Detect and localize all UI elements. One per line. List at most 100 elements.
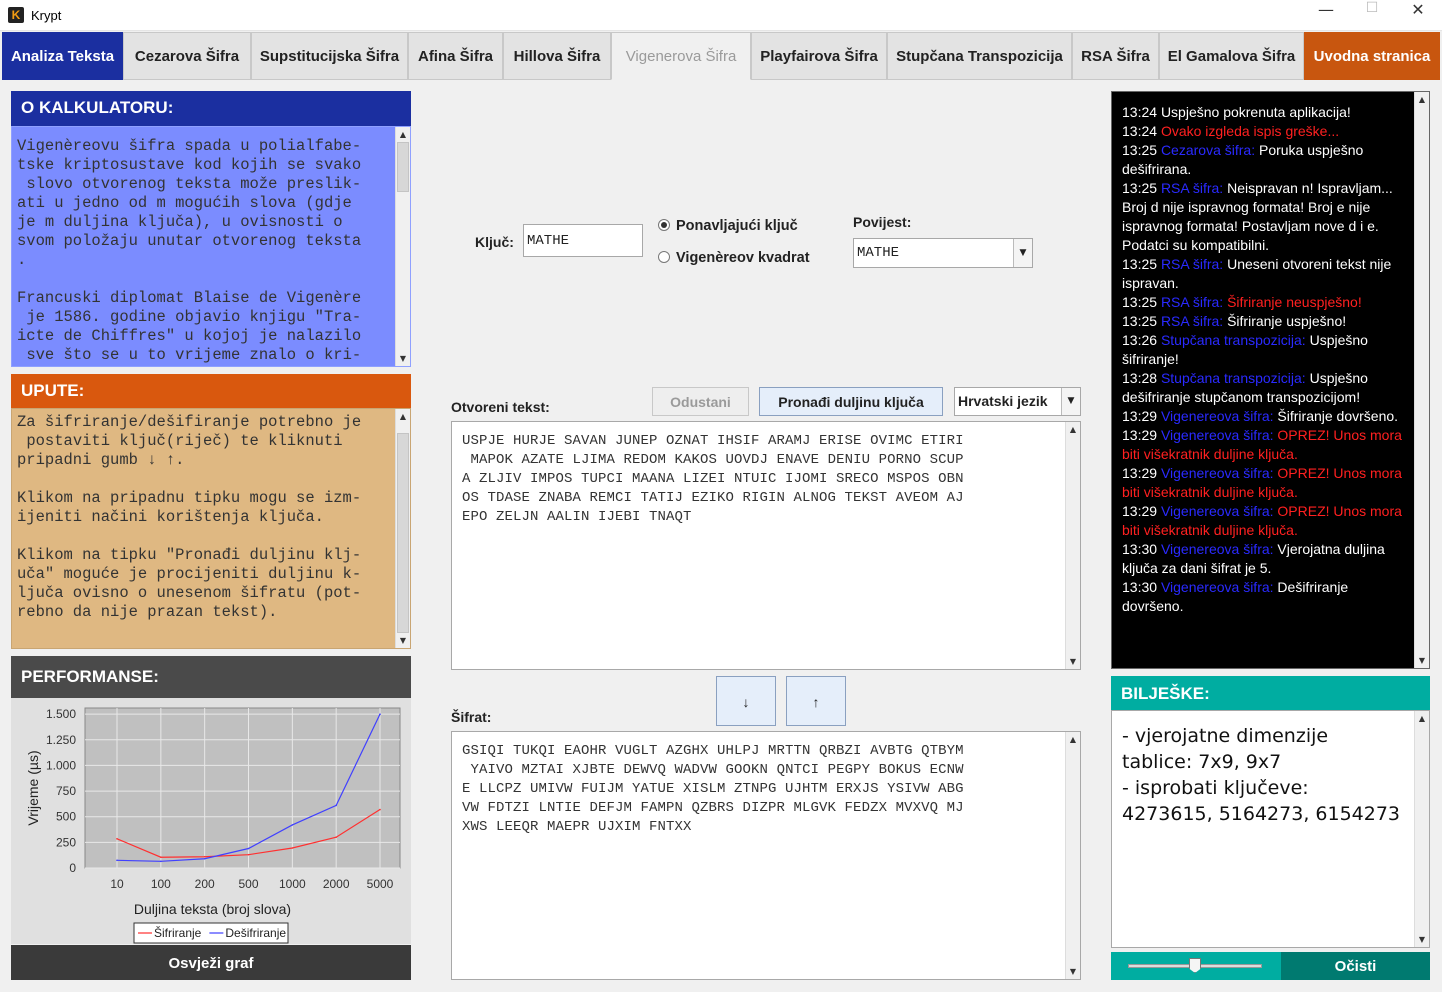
clear-notes-button[interactable]: Očisti xyxy=(1281,952,1430,980)
title-bar: K Krypt — ☐ ✕ xyxy=(0,0,1442,31)
close-button[interactable]: ✕ xyxy=(1395,0,1441,31)
tab-el-gamalova-sifra[interactable]: El Gamalova Šifra xyxy=(1159,32,1304,80)
log-entry-segment: 13:28 xyxy=(1122,370,1161,386)
log-entry-segment: Vigenereova šifra: xyxy=(1160,579,1278,595)
tab-analiza-teksta[interactable]: Analiza Teksta xyxy=(2,32,123,80)
tab-rsa-sifra[interactable]: RSA Šifra xyxy=(1072,32,1159,80)
x-axis-label: Duljina teksta (broj slova) xyxy=(134,901,291,917)
app-logo-icon: K xyxy=(8,7,24,23)
y-tick-label: 0 xyxy=(69,861,76,875)
cancel-button[interactable]: Odustani xyxy=(652,387,749,416)
event-log-lines: 13:24 Uspješno pokrenuta aplikacija! 13:2… xyxy=(1122,103,1407,616)
log-entry-segment: Stupčana transpozicija: xyxy=(1160,370,1310,386)
about-scrollbar[interactable]: ▲ ▼ xyxy=(395,127,410,366)
chevron-down-icon[interactable]: ▼ xyxy=(1013,239,1032,267)
log-entry-segment: 13:29 xyxy=(1122,503,1161,519)
ciphertext-label: Šifrat: xyxy=(451,709,492,725)
log-entry: 13:25 Cezarova šifra: Poruka uspješno de… xyxy=(1122,141,1407,179)
scroll-up-icon[interactable]: ▲ xyxy=(1066,422,1080,437)
find-key-length-button[interactable]: Pronađi duljinu ključa xyxy=(759,387,943,416)
language-select[interactable]: Hrvatski jezik ▼ xyxy=(954,387,1081,416)
scroll-up-icon[interactable]: ▲ xyxy=(1415,711,1429,726)
scroll-up-icon[interactable]: ▲ xyxy=(1066,732,1080,747)
log-entry-segment: RSA šifra: xyxy=(1160,180,1228,196)
tab-cezarova-sifra[interactable]: Cezarova Šifra xyxy=(123,32,251,80)
history-select[interactable]: MATHE ▼ xyxy=(853,238,1033,268)
series-point xyxy=(335,836,337,839)
font-size-slider[interactable] xyxy=(1111,952,1281,980)
y-axis-label: Vrijeme (µs) xyxy=(25,750,41,825)
tab-playfairova-sifra[interactable]: Playfairova Šifra xyxy=(751,32,887,80)
notes-heading: BILJEŠKE: xyxy=(1111,676,1430,710)
legend-label: Dešifriranje xyxy=(225,926,286,940)
tab-afina-sifra[interactable]: Afina Šifra xyxy=(408,32,503,80)
tab-supstitucijska-sifra[interactable]: Supstitucijska Šifra xyxy=(251,32,408,80)
history-selected-value: MATHE xyxy=(857,245,900,261)
instructions-scrollbar[interactable]: ▲ ▼ xyxy=(395,409,410,648)
notes-panel[interactable]: - vjerojatne dimenzije tablice: 7x9, 9x7… xyxy=(1111,710,1430,948)
encrypt-down-button[interactable]: ↓ xyxy=(716,676,776,726)
log-entry: 13:29 Vigenereova šifra: OPREZ! Unos mor… xyxy=(1122,464,1407,502)
tab-hillova-sifra[interactable]: Hillova Šifra xyxy=(503,32,611,80)
log-scrollbar[interactable]: ▲ ▼ xyxy=(1414,92,1429,668)
radio-repeating-key[interactable]: Ponavljajući ključ xyxy=(658,218,798,234)
log-entry-segment: Cezarova šifra: xyxy=(1160,142,1259,158)
scroll-up-icon[interactable]: ▲ xyxy=(1415,92,1429,107)
radio-unchecked-icon[interactable] xyxy=(658,251,670,263)
scroll-up-icon[interactable]: ▲ xyxy=(396,409,410,424)
notes-text[interactable]: - vjerojatne dimenzije tablice: 7x9, 9x7… xyxy=(1122,723,1402,827)
log-entry-segment: Šifriranje uspješno! xyxy=(1227,313,1347,329)
series-point xyxy=(247,853,250,856)
ciphertext-content[interactable]: GSIQI TUKQI EAOHR VUGLT AZGHX UHLPJ MRTT… xyxy=(462,742,1056,837)
log-entry-segment: Šifriranje dovršeno. xyxy=(1277,408,1399,424)
slider-knob[interactable] xyxy=(1189,958,1201,973)
radio-vigenere-square[interactable]: Vigenèreov kvadrat xyxy=(658,250,810,266)
log-entry: 13:30 Vigenereova šifra: Vjerojatna dulj… xyxy=(1122,540,1407,578)
tab-stupcana-transpozicija[interactable]: Stupčana Transpozicija xyxy=(887,32,1072,80)
log-entry-segment: RSA šifra: xyxy=(1160,294,1228,310)
tab-uvodna-stranica[interactable]: Uvodna stranica xyxy=(1304,32,1440,80)
series-point xyxy=(379,713,381,715)
scroll-thumb[interactable] xyxy=(397,433,409,633)
radio-checked-icon[interactable] xyxy=(658,219,670,231)
log-entry-segment: 13:24 xyxy=(1122,104,1161,120)
y-tick-label: 1.000 xyxy=(46,758,76,772)
y-tick-label: 750 xyxy=(56,784,76,798)
scroll-down-icon[interactable]: ▼ xyxy=(1066,964,1080,979)
scroll-down-icon[interactable]: ▼ xyxy=(396,351,410,366)
log-entry: 13:25 RSA šifra: Uneseni otvoreni tekst … xyxy=(1122,255,1407,293)
scroll-down-icon[interactable]: ▼ xyxy=(396,633,410,648)
log-entry-segment: 13:25 xyxy=(1122,294,1161,310)
scroll-thumb[interactable] xyxy=(397,142,409,192)
plaintext-scrollbar[interactable]: ▲ ▼ xyxy=(1065,422,1080,669)
decrypt-up-button[interactable]: ↑ xyxy=(786,676,846,726)
key-label: Ključ: xyxy=(475,234,514,250)
maximize-button[interactable]: ☐ xyxy=(1349,0,1395,31)
chevron-down-icon[interactable]: ▼ xyxy=(1061,388,1080,415)
ciphertext-area[interactable]: GSIQI TUKQI EAOHR VUGLT AZGHX UHLPJ MRTT… xyxy=(451,731,1081,980)
event-log: 13:24 Uspješno pokrenuta aplikacija! 13:2… xyxy=(1111,91,1430,669)
tab-vigenerova-sifra[interactable]: Vigenerova Šifra xyxy=(611,32,751,80)
refresh-chart-button[interactable]: Osvježi graf xyxy=(11,945,411,980)
notes-scrollbar[interactable]: ▲ ▼ xyxy=(1414,711,1429,947)
x-tick-label: 10 xyxy=(110,877,124,891)
scroll-down-icon[interactable]: ▼ xyxy=(1415,932,1429,947)
log-entry: 13:24 Ovako izgleda ispis greške... xyxy=(1122,122,1407,141)
minimize-button[interactable]: — xyxy=(1303,0,1349,31)
plaintext-area[interactable]: USPJE HURJE SAVAN JUNEP OZNAT IHSIF ARAM… xyxy=(451,421,1081,670)
log-entry-segment: Vigenereova šifra: xyxy=(1160,541,1278,557)
log-entry-segment: Ovako izgleda ispis greške... xyxy=(1160,123,1340,139)
plaintext-content[interactable]: USPJE HURJE SAVAN JUNEP OZNAT IHSIF ARAM… xyxy=(462,432,1056,527)
scroll-up-icon[interactable]: ▲ xyxy=(396,127,410,142)
log-entry-segment: 13:30 xyxy=(1122,541,1161,557)
log-entry-segment: RSA šifra: xyxy=(1160,256,1228,272)
log-entry: 13:25 RSA šifra: Neispravan n! Ispravlja… xyxy=(1122,179,1407,255)
log-entry-segment: Vigenereova šifra: xyxy=(1160,503,1278,519)
plaintext-label: Otvoreni tekst: xyxy=(451,399,550,415)
log-entry: 13:28 Stupčana transpozicija: Uspješno d… xyxy=(1122,369,1407,407)
log-entry-segment: Vigenereova šifra: xyxy=(1160,465,1278,481)
scroll-down-icon[interactable]: ▼ xyxy=(1066,654,1080,669)
key-input[interactable]: MATHE xyxy=(523,224,643,257)
ciphertext-scrollbar[interactable]: ▲ ▼ xyxy=(1065,732,1080,979)
scroll-down-icon[interactable]: ▼ xyxy=(1415,653,1429,668)
